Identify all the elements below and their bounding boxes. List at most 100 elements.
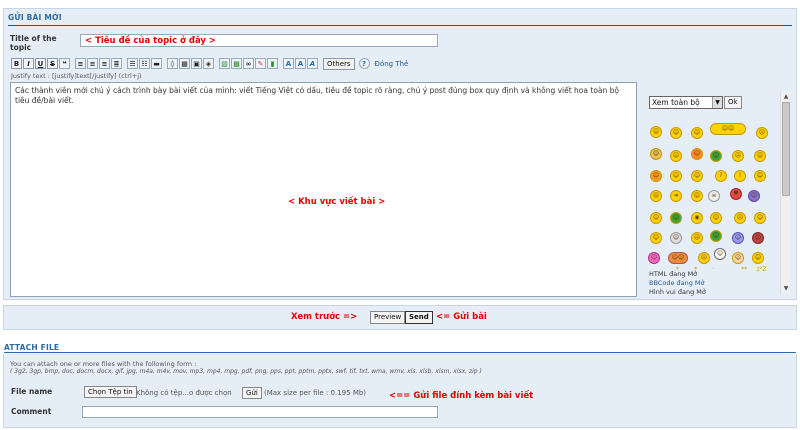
attach-annotation: <== Gửi file đính kèm bài viết: [389, 391, 534, 401]
smiley-icon[interactable]: ☺: [670, 127, 682, 139]
bbcode-status: BBCode đang Mở: [649, 279, 705, 287]
smiley-icon[interactable]: ☹: [698, 252, 710, 264]
smiley-icon[interactable]: ☺: [650, 148, 662, 160]
smiley-icon[interactable]: ☺: [650, 170, 662, 182]
smiley-icon[interactable]: ☺: [748, 190, 760, 202]
upload-send-button[interactable]: Gửi: [242, 387, 262, 399]
smiley-icon[interactable]: ☺: [732, 252, 744, 264]
smiley-icon[interactable]: ☺: [650, 126, 662, 138]
message-text: Các thành viên mới chú ý cách trình bày …: [15, 86, 619, 105]
font-face-icon[interactable]: A: [295, 58, 306, 69]
send-button[interactable]: Send: [405, 311, 433, 324]
justify-icon[interactable]: ≣: [111, 58, 122, 69]
others-button[interactable]: Others: [323, 57, 355, 70]
bbcode-status-text[interactable]: BBCode đang Mở: [649, 279, 705, 287]
no-file-text: Không có tệp...o được chọn: [136, 389, 232, 397]
smiley-icon[interactable]: ☺: [710, 230, 722, 242]
hr-icon[interactable]: ▬: [151, 58, 162, 69]
smiley-icon[interactable]: ☹: [734, 212, 746, 224]
smilies-scrollbar[interactable]: ▲ ▼: [780, 92, 790, 294]
image-icon[interactable]: ▨: [219, 58, 230, 69]
scroll-down-icon[interactable]: ▼: [782, 285, 790, 293]
align-center-icon[interactable]: ≡: [87, 58, 98, 69]
video-icon[interactable]: ▮: [267, 58, 278, 69]
media-icon[interactable]: ▩: [231, 58, 242, 69]
smiley-icon[interactable]: ?: [715, 170, 727, 182]
smiley-icon[interactable]: !: [734, 170, 746, 182]
smiley-icon[interactable]: ☺: [670, 212, 682, 224]
smiley-icon[interactable]: ➔: [670, 190, 682, 202]
smiley-icon[interactable]: ☺: [754, 212, 766, 224]
italic-button[interactable]: I: [23, 58, 34, 69]
table-icon[interactable]: ▦: [179, 58, 190, 69]
smiley-icon[interactable]: ☺: [670, 232, 682, 244]
underline-button[interactable]: U: [35, 58, 46, 69]
attach-heading: ATTACH FILE: [4, 343, 60, 352]
close-tags-link[interactable]: Đóng Thẻ: [375, 60, 409, 68]
smiley-icon[interactable]: ♥: [730, 188, 742, 200]
smiley-icon[interactable]: ☺: [691, 170, 703, 182]
ok-button[interactable]: Ok: [724, 96, 742, 109]
bullet-list-icon[interactable]: ☰: [127, 58, 138, 69]
smiley-icon[interactable]: ☺: [754, 170, 766, 182]
link-icon[interactable]: ∞: [243, 58, 254, 69]
smiley-icon[interactable]: ☺: [752, 232, 764, 244]
smilies-status: Hình vui đang Mở: [649, 288, 706, 296]
smiley-icon[interactable]: ☺☺: [710, 123, 746, 135]
send-annotation: <= Gửi bài: [436, 312, 487, 322]
smiley-icon[interactable]: ☺: [691, 127, 703, 139]
number-list-icon[interactable]: ☷: [139, 58, 150, 69]
smiley-icon[interactable]: ☺: [754, 150, 766, 162]
heading-divider: [8, 25, 792, 26]
post-page: GỬI BÀI MỚI Title of the topic < Tiêu đề…: [0, 0, 800, 430]
title-value: < Tiêu đề của topic ở đây >: [85, 36, 217, 46]
smiley-icon[interactable]: ☹: [691, 232, 703, 244]
smiley-icon[interactable]: ☠: [708, 190, 720, 202]
spoiler-icon[interactable]: ▣: [191, 58, 202, 69]
smiley-icon[interactable]: ☺: [710, 212, 722, 224]
title-label: Title of the topic: [10, 34, 57, 52]
code-icon[interactable]: ◊: [167, 58, 178, 69]
scroll-thumb[interactable]: [782, 102, 790, 196]
toolbar-hint: Justify text : [justify]text[/justify] (…: [11, 72, 142, 80]
smiley-icon[interactable]: ☺: [691, 190, 703, 202]
smiley-icon[interactable]: ☺: [714, 248, 726, 260]
max-size-text: (Max size per file : 0.195 Mb): [264, 389, 367, 397]
smiley-icon[interactable]: ☹: [732, 150, 744, 162]
quote-icon[interactable]: ❝: [59, 58, 70, 69]
smiley-icon[interactable]: ☺: [650, 232, 662, 244]
smiley-icon[interactable]: ☺☺: [668, 252, 688, 264]
help-icon[interactable]: ?: [358, 58, 370, 69]
font-style-icon[interactable]: A: [307, 58, 318, 69]
strike-button[interactable]: S: [47, 58, 58, 69]
body-annotation: < Khu vực viết bài >: [288, 197, 386, 207]
comment-input[interactable]: [82, 406, 438, 418]
bold-button[interactable]: B: [11, 58, 22, 69]
smiley-icon[interactable]: ☺: [650, 212, 662, 224]
font-size-icon[interactable]: A: [283, 58, 294, 69]
view-select[interactable]: Xem toàn bộ ▼: [649, 96, 723, 109]
smiley-icon[interactable]: ☹: [756, 127, 768, 139]
choose-file-button[interactable]: Chọn Tệp tin: [84, 386, 137, 398]
smiley-icon[interactable]: ☺: [691, 148, 703, 160]
hide-icon[interactable]: ◈: [203, 58, 214, 69]
file-name-label: File name: [11, 387, 53, 396]
message-textarea[interactable]: Các thành viên mới chú ý cách trình bày …: [10, 82, 637, 297]
attach-description: You can attach one or more files with th…: [10, 360, 197, 368]
smiley-icon[interactable]: ☺: [648, 252, 660, 264]
smiley-icon[interactable]: ☺: [732, 232, 744, 244]
scroll-up-icon[interactable]: ▲: [782, 93, 790, 101]
color-icon[interactable]: ✎: [255, 58, 266, 69]
smiley-icon[interactable]: ☺: [752, 252, 764, 264]
smiley-icon[interactable]: ◉: [691, 212, 703, 224]
smilies-panel: ☺ ☺ ☺ ☺☺ ☹ ☺ ☺ ☺ ☺ ☹ ☺ ☺ ☺ ☺ ? ! ☺ ☹ ➔ ☺…: [648, 120, 770, 273]
smiley-icon[interactable]: ☺: [670, 170, 682, 182]
attach-divider: [4, 352, 796, 353]
align-left-icon[interactable]: ≡: [75, 58, 86, 69]
title-input[interactable]: < Tiêu đề của topic ở đây >: [80, 34, 438, 47]
align-right-icon[interactable]: ≡: [99, 58, 110, 69]
smiley-icon[interactable]: ☺: [710, 150, 722, 162]
smiley-icon[interactable]: ☹: [650, 190, 662, 202]
preview-button[interactable]: Preview: [370, 311, 406, 324]
smiley-icon[interactable]: ☺: [670, 150, 682, 162]
